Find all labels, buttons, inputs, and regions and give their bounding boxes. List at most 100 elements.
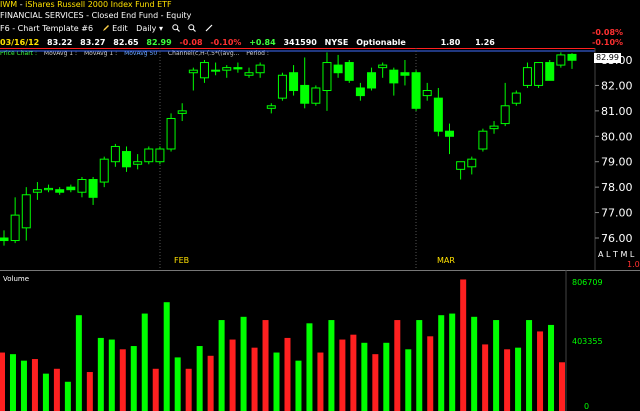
volume-bar: [53, 368, 60, 411]
volume-bar: [163, 302, 170, 411]
price-tick-label: 80.00: [601, 130, 633, 143]
candle-body: [389, 69, 399, 84]
volume-bar: [86, 372, 93, 411]
pencil-icon: [102, 25, 109, 31]
edit-button[interactable]: Edit: [102, 24, 128, 34]
candle-body: [255, 64, 265, 74]
volume-bar: [383, 342, 390, 411]
zoom-in-button[interactable]: [171, 24, 180, 34]
volume-bar: [64, 381, 71, 411]
candle-body: [556, 54, 566, 66]
candle-body: [10, 214, 20, 242]
candle-body: [522, 67, 532, 86]
candle-body: [277, 74, 287, 99]
volume-bar: [141, 313, 148, 411]
candle-body: [534, 62, 544, 86]
volume-bar: [405, 349, 412, 411]
volume-bar: [449, 313, 456, 411]
candle-body: [489, 125, 499, 130]
price-tick-label: 82.00: [601, 79, 633, 92]
quote-optionable: Optionable: [356, 38, 406, 47]
volume-max-label: 806709: [572, 278, 603, 287]
volume-bar: [427, 336, 434, 411]
candle-body: [511, 92, 521, 104]
volume-bar: [284, 337, 291, 411]
volume-bar: [460, 279, 467, 411]
volume-bar: [97, 337, 104, 411]
volume-bar: [229, 339, 236, 411]
volume-bar: [0, 352, 5, 411]
brush-icon: [205, 24, 213, 32]
volume-bar: [526, 320, 533, 411]
candle-body: [166, 117, 176, 150]
volume-bar: [361, 342, 368, 411]
price-tick-label: 81.00: [601, 105, 633, 118]
volume-bar: [119, 349, 126, 411]
candle-body: [333, 64, 343, 74]
candle-body: [177, 110, 187, 114]
volume-bar: [350, 334, 357, 411]
edit-label: Edit: [112, 24, 128, 33]
candle-body: [456, 161, 466, 170]
volume-bar: [273, 352, 280, 411]
volume-bar: [471, 316, 478, 411]
scale-factor: 1.0: [627, 260, 640, 269]
last-price-tag: 82.99: [594, 53, 621, 63]
candle-body: [444, 130, 454, 137]
sector-line: FINANCIAL SERVICES - Closed End Fund - E…: [0, 11, 640, 22]
quote-chg2: +0.84: [249, 38, 276, 47]
candle-body: [411, 72, 421, 109]
sector-text: FINANCIAL SERVICES - Closed End Fund - E…: [0, 11, 192, 20]
volume-bar: [372, 354, 379, 411]
volume-bar: [504, 349, 511, 411]
volume-chart[interactable]: Volume 806709 403355 0: [0, 270, 640, 411]
quote-open: 83.22: [47, 38, 73, 47]
volume-bar: [251, 347, 258, 411]
template-selector[interactable]: F6 - Chart Template #6: [0, 24, 93, 34]
zoom-out-button[interactable]: [188, 24, 197, 34]
volume-bar: [339, 339, 346, 411]
candle-body: [300, 84, 310, 104]
candle-body: [122, 151, 132, 168]
scale-mode-buttons[interactable]: A L T M L: [598, 250, 634, 259]
price-tick-label: 77.00: [601, 207, 633, 220]
volume-bar: [174, 357, 181, 411]
candle-body: [378, 64, 388, 69]
volume-bars: [0, 279, 565, 411]
volume-bar: [394, 320, 401, 411]
price-axis: 83.0082.0081.0080.0079.0078.0077.0076.00: [595, 54, 633, 245]
volume-bar: [31, 359, 38, 411]
candle-body: [400, 72, 410, 76]
quote-v2: 1.26: [475, 38, 495, 47]
draw-tool-button[interactable]: [205, 24, 213, 34]
candle-body: [367, 72, 377, 89]
interval-selector[interactable]: Daily ▾: [136, 24, 163, 34]
quote-close: 82.99: [146, 38, 172, 47]
quote-low: 82.65: [113, 38, 139, 47]
volume-bar: [218, 320, 225, 411]
candle-body: [222, 67, 232, 71]
toolbar: F6 - Chart Template #6 Edit Daily ▾: [0, 24, 640, 36]
candle-body: [266, 105, 276, 109]
candle-body: [55, 189, 65, 193]
candles: [0, 52, 577, 246]
volume-bar: [306, 323, 313, 411]
price-chart[interactable]: 83.0082.0081.0080.0079.0078.0077.0076.00…: [0, 48, 640, 270]
candle-body: [322, 62, 332, 92]
candle-body: [77, 179, 87, 193]
volume-bar: [152, 368, 159, 411]
candle-body: [344, 62, 354, 81]
quote-change: -0.08: [179, 38, 203, 47]
volume-bar: [515, 347, 522, 411]
volume-bar: [196, 346, 203, 411]
volume-bar: [20, 360, 27, 411]
candle-body: [567, 53, 577, 61]
symbol: IWM: [0, 0, 18, 9]
volume-bar: [262, 320, 269, 411]
interval-label: Daily: [136, 24, 157, 33]
quote-date: 03/16/12: [0, 38, 40, 47]
volume-bar: [185, 368, 192, 411]
window-title-bar: IWM - iShares Russell 2000 Index Fund ET…: [0, 0, 640, 11]
candle-body: [311, 87, 321, 104]
volume-bar: [438, 315, 445, 411]
